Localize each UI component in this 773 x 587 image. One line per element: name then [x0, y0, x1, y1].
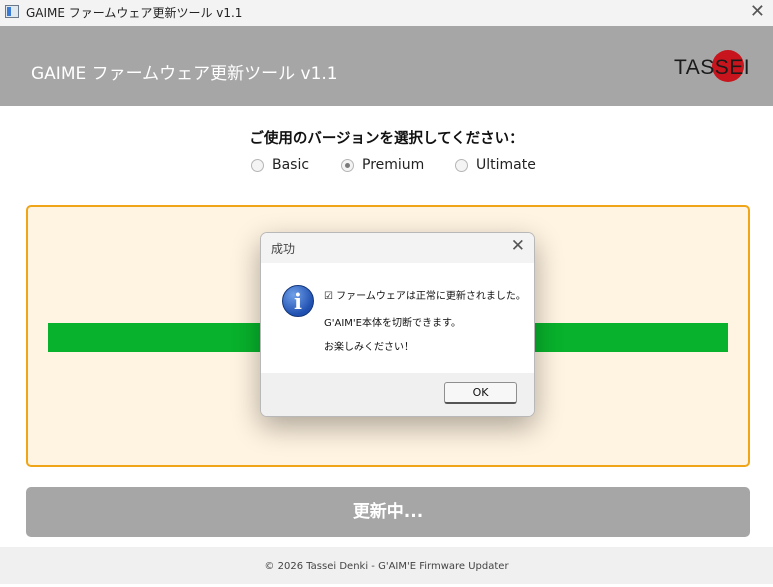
logo-text: TASSEI [674, 56, 751, 79]
dialog-message-line-2: G'AIM'E本体を切断できます。 [324, 318, 461, 329]
modal-overlay: 成功 ✕ i ☑ ファームウェアは正常に更新されました。 G'AIM'E本体を切… [0, 0, 773, 584]
dialog-close-icon[interactable]: ✕ [511, 236, 525, 256]
dialog-footer: OK [261, 373, 534, 416]
dialog-message-line-1: ☑ ファームウェアは正常に更新されました。 [324, 291, 526, 302]
dialog-title: 成功 [271, 242, 296, 256]
success-dialog: 成功 ✕ i ☑ ファームウェアは正常に更新されました。 G'AIM'E本体を切… [260, 232, 535, 417]
dialog-titlebar: 成功 ✕ [261, 233, 534, 263]
ok-button[interactable]: OK [444, 382, 517, 404]
info-icon: i [282, 285, 314, 317]
dialog-message-line-3: お楽しみください！ [324, 342, 414, 353]
